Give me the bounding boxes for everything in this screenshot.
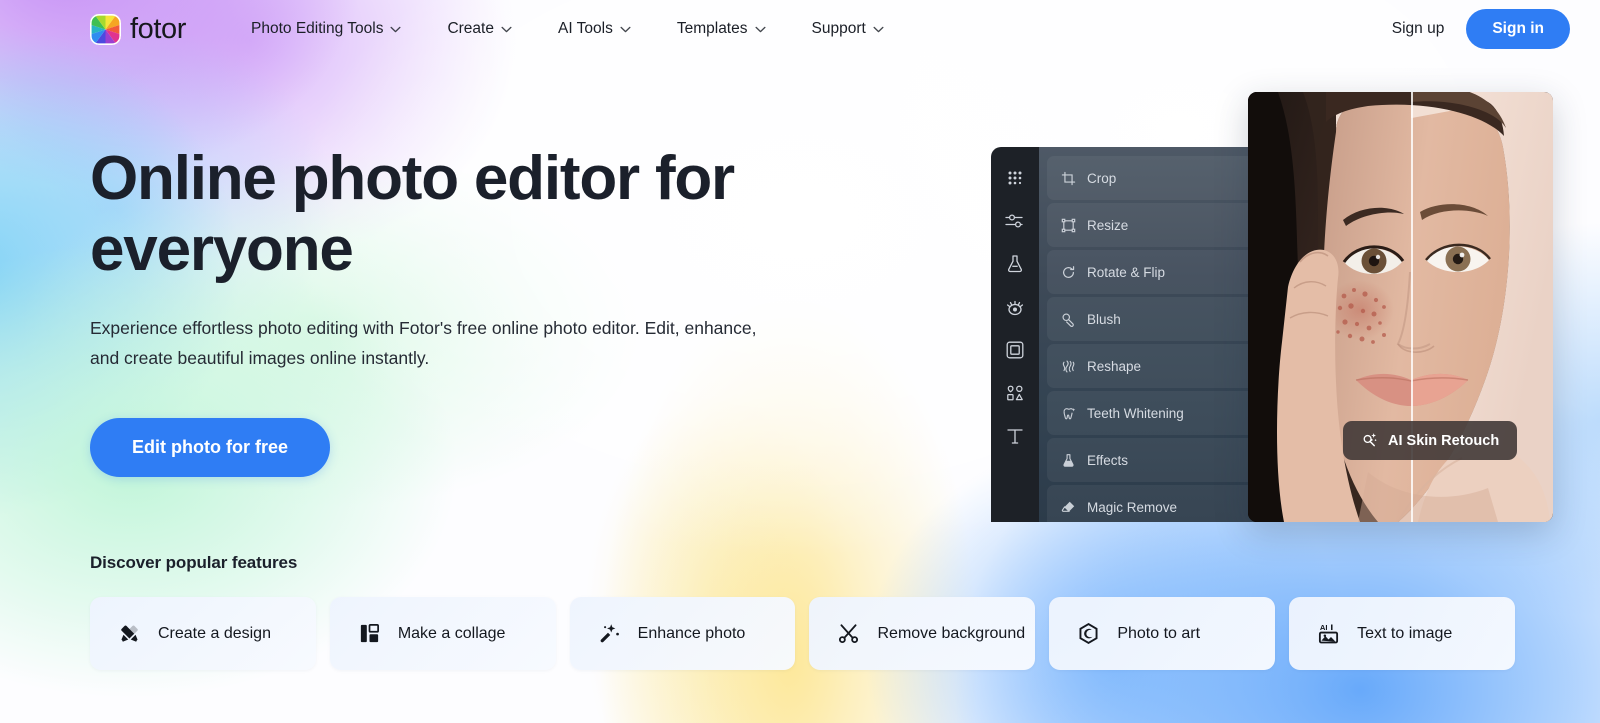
tool-label: Rotate & Flip	[1087, 264, 1166, 280]
nav-item-support[interactable]: Support	[789, 12, 907, 46]
nav-item-create[interactable]: Create	[424, 12, 535, 46]
chevron-down-icon	[501, 26, 512, 32]
edit-photo-for-free-button[interactable]: Edit photo for free	[90, 417, 330, 477]
ai-sparkle-wand-icon	[1363, 433, 1377, 447]
nav-label: Photo Editing Tools	[251, 20, 384, 37]
eraser-icon	[1061, 501, 1075, 512]
adjust-sliders-icon[interactable]	[1004, 210, 1026, 232]
svg-text:AI: AI	[1320, 623, 1328, 632]
magic-wand-icon	[598, 622, 621, 645]
feature-card-label: Remove background	[877, 624, 1026, 642]
before-after-portrait-image: AI Skin Retouch	[1248, 92, 1553, 522]
chevron-down-icon	[620, 26, 631, 32]
page-root: fotor Photo Editing Tools Create AI Tool…	[0, 0, 1600, 723]
tool-label: Crop	[1087, 170, 1117, 186]
crop-icon	[1061, 171, 1076, 185]
page-title: Online photo editor for everyone	[90, 144, 735, 284]
fotor-color-wheel-icon	[90, 13, 121, 45]
tool-label: Resize	[1087, 217, 1129, 233]
hero-section: Online photo editor for everyone Experie…	[0, 58, 760, 477]
nav-item-ai-tools[interactable]: AI Tools	[535, 12, 654, 46]
sign-in-button[interactable]: Sign in	[1466, 9, 1570, 49]
nav-item-templates[interactable]: Templates	[654, 12, 789, 46]
stickers-shapes-icon[interactable]	[1004, 382, 1026, 404]
tooltip-label: AI Skin Retouch	[1388, 432, 1500, 449]
scissors-icon	[837, 622, 860, 645]
discover-popular-features-section: Discover popular features Create a desig…	[90, 553, 1515, 670]
ai-image-icon: AI	[1317, 622, 1340, 645]
blush-icon	[1062, 312, 1074, 327]
brand-logo-link[interactable]: fotor	[90, 12, 187, 45]
collage-grid-icon	[358, 622, 381, 645]
feature-card-photo-to-art[interactable]: Photo to art	[1049, 597, 1276, 670]
nav-label: AI Tools	[557, 20, 613, 37]
nav-item-photo-editing-tools[interactable]: Photo Editing Tools	[228, 12, 424, 46]
grid-dots-icon[interactable]	[1004, 167, 1026, 189]
effects-flask-icon	[1063, 453, 1074, 467]
feature-card-remove-background[interactable]: Remove background	[809, 597, 1036, 670]
tool-label: Magic Remove	[1087, 499, 1178, 515]
brand-name: fotor	[130, 12, 187, 45]
tooth-icon	[1063, 407, 1076, 419]
ai-skin-retouch-tooltip[interactable]: AI Skin Retouch	[1343, 421, 1518, 460]
feature-card-enhance-photo[interactable]: Enhance photo	[569, 597, 796, 670]
chevron-down-icon	[754, 26, 766, 32]
feature-card-label: Make a collage	[397, 624, 506, 642]
feature-card-create-a-design[interactable]: Create a design	[90, 597, 316, 670]
hero-subheading: Experience effortless photo editing with…	[90, 318, 757, 369]
tool-label: Teeth Whitening	[1087, 405, 1184, 421]
feature-card-label: Photo to art	[1117, 624, 1201, 642]
feature-card-label: Text to image	[1357, 624, 1453, 642]
discover-title: Discover popular features	[90, 553, 298, 572]
resize-icon	[1061, 218, 1076, 232]
feature-cards-list: Create a design Make a collage Enhance p…	[90, 597, 1515, 670]
rotate-icon	[1063, 265, 1075, 278]
feature-card-label: Create a design	[158, 624, 271, 642]
flask-effects-icon[interactable]	[1004, 253, 1026, 275]
nav-label: Create	[447, 20, 494, 37]
eye-retouch-icon[interactable]	[1004, 296, 1026, 318]
nav-label: Support	[811, 20, 866, 37]
pencil-ruler-icon	[118, 622, 141, 645]
main-navigation: Photo Editing Tools Create AI Tools Temp…	[228, 12, 907, 46]
chevron-down-icon	[873, 26, 884, 32]
tool-label: Reshape	[1087, 358, 1142, 374]
frame-border-icon[interactable]	[1004, 339, 1026, 361]
editor-left-rail	[991, 147, 1039, 522]
tool-label: Effects	[1087, 452, 1129, 468]
chevron-down-icon	[390, 26, 401, 32]
text-tool-icon[interactable]	[1004, 425, 1026, 447]
sign-up-link[interactable]: Sign up	[1388, 14, 1449, 44]
feature-card-text-to-image[interactable]: AI Text to image	[1289, 597, 1515, 670]
reshape-icon	[1062, 360, 1075, 372]
feature-card-label: Enhance photo	[637, 624, 746, 642]
nav-label: Templates	[676, 20, 748, 37]
site-header: fotor Photo Editing Tools Create AI Tool…	[0, 0, 1600, 58]
art-hexagon-icon	[1077, 622, 1100, 645]
editor-preview-mockup: Crop Resize Rotate & Flip Blush Reshape …	[991, 92, 1553, 522]
tool-label: Blush	[1087, 311, 1121, 327]
header-actions: Sign up Sign in	[1388, 9, 1570, 49]
feature-card-make-a-collage[interactable]: Make a collage	[329, 597, 556, 670]
